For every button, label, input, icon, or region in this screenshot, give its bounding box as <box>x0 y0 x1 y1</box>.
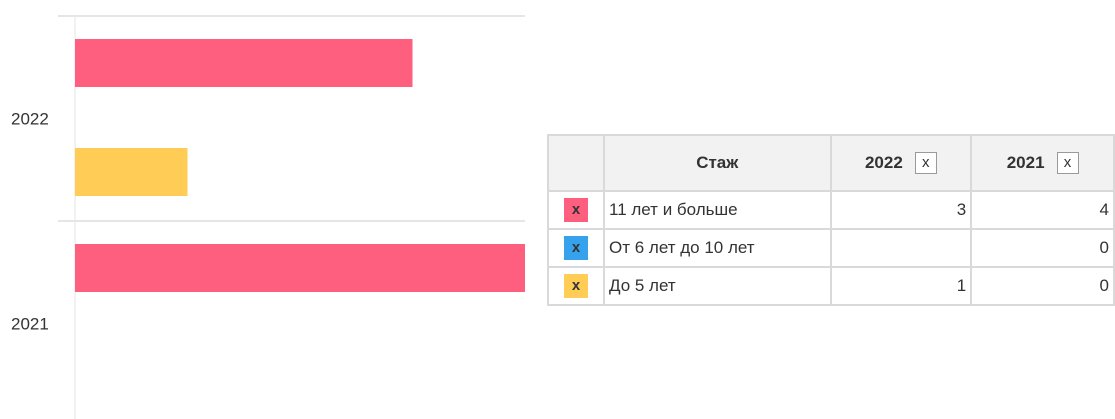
remove-year-2021-button[interactable]: x <box>1056 152 1079 174</box>
header-year-2022: 2022 x <box>829 134 973 192</box>
category-tick-label: 2022 <box>11 110 49 129</box>
chart-bars <box>75 39 525 292</box>
remove-year-2022-button[interactable]: x <box>914 152 937 174</box>
series-toggle-button[interactable]: x <box>564 236 588 260</box>
series-label: До 5 лет <box>603 266 832 306</box>
value-2022: 3 <box>829 190 973 230</box>
series-label: От 6 лет до 10 лет <box>603 228 832 268</box>
legend-header-row: Стаж 2022 x 2021 x <box>547 134 1115 192</box>
bar <box>75 244 525 292</box>
value-2021: 0 <box>970 228 1115 268</box>
header-swatch-cell <box>547 134 605 192</box>
chart-category-labels: 2022 2021 <box>11 110 49 334</box>
legend-table: Стаж 2022 x 2021 x x 11 лет и больше 3 4 <box>547 134 1115 306</box>
value-2021: 4 <box>970 190 1115 230</box>
header-year-2021: 2021 x <box>970 134 1115 192</box>
bar <box>75 148 188 196</box>
legend-row: x 11 лет и больше 3 4 <box>547 190 1115 230</box>
category-tick-label: 2021 <box>11 315 49 334</box>
legend-row: x От 6 лет до 10 лет 0 <box>547 228 1115 268</box>
series-label: 11 лет и больше <box>603 190 832 230</box>
header-year-label: 2022 <box>864 153 903 172</box>
swatch-cell: x <box>547 190 605 230</box>
swatch-cell: x <box>547 228 605 268</box>
value-2022: 1 <box>829 266 973 306</box>
header-year-label: 2021 <box>1006 153 1045 172</box>
swatch-cell: x <box>547 266 605 306</box>
header-label: Стаж <box>603 134 832 192</box>
series-toggle-button[interactable]: x <box>564 198 588 222</box>
series-toggle-button[interactable]: x <box>564 274 588 298</box>
bar <box>75 39 413 87</box>
legend-row: x До 5 лет 1 0 <box>547 266 1115 306</box>
value-2022 <box>829 228 973 268</box>
value-2021: 0 <box>970 266 1115 306</box>
